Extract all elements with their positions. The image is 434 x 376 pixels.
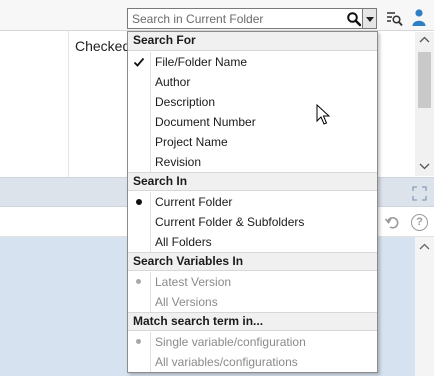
menu-item[interactable]: File/Folder Name — [128, 52, 377, 72]
menu-gutter-line — [150, 192, 151, 252]
menu-section-header: Search In — [128, 172, 377, 191]
search-options-menu: Search For File/Folder Name Author Descript… — [127, 31, 378, 373]
menu-item[interactable]: Author — [128, 72, 377, 92]
menu-item-label: Current Folder & Subfolders — [155, 215, 305, 229]
undo-icon[interactable] — [385, 215, 400, 230]
menu-gutter-line — [150, 272, 151, 312]
mouse-cursor-icon — [316, 104, 330, 125]
menu-section-header: Search For — [128, 32, 377, 51]
menu-item-label: Description — [155, 95, 216, 109]
menu-item[interactable]: Single variable/configuration — [128, 332, 377, 352]
menu-item-label: Latest Version — [155, 275, 232, 289]
preview-scrollbar[interactable] — [415, 237, 434, 376]
menu-item[interactable]: All Versions — [128, 292, 377, 312]
menu-item-label: Revision — [155, 155, 202, 169]
menu-item-label: All Versions — [155, 295, 218, 309]
column-divider — [68, 31, 69, 177]
scroll-up-icon[interactable] — [415, 239, 434, 255]
search-input[interactable] — [128, 9, 348, 28]
scrollbar-thumb[interactable] — [418, 52, 431, 108]
menu-item[interactable]: Project Name — [128, 132, 377, 152]
menu-item-label: Document Number — [155, 115, 256, 129]
radio-bullet-icon — [136, 339, 141, 344]
menu-item[interactable]: All Folders — [128, 232, 377, 252]
advanced-search-icon[interactable] — [386, 10, 403, 27]
menu-section-header: Search Variables In — [128, 252, 377, 271]
menu-item-label: File/Folder Name — [155, 55, 248, 69]
scroll-down-icon[interactable] — [415, 158, 434, 174]
column-header-checked[interactable]: Checked — [75, 38, 130, 54]
menu-item-label: Current Folder — [155, 195, 233, 209]
menu-item[interactable]: Revision — [128, 152, 377, 172]
menu-section-header: Match search term in... — [128, 312, 377, 331]
checkmark-icon — [133, 57, 145, 67]
user-icon[interactable] — [411, 8, 427, 27]
help-icon[interactable]: ? — [411, 214, 428, 231]
scroll-up-icon[interactable] — [415, 32, 434, 48]
menu-item[interactable]: Latest Version — [128, 272, 377, 292]
menu-item[interactable]: Description — [128, 92, 377, 112]
radio-bullet-icon — [136, 279, 141, 284]
menu-item-label: All variables/configurations — [155, 355, 298, 369]
menu-item[interactable]: Current Folder & Subfolders — [128, 212, 377, 232]
menu-gutter-line — [150, 332, 151, 372]
expand-icon[interactable] — [412, 186, 427, 201]
radio-bullet-icon — [136, 199, 142, 205]
menu-item[interactable]: Current Folder — [128, 192, 377, 212]
menu-item[interactable]: All variables/configurations — [128, 352, 377, 372]
menu-item[interactable]: Document Number — [128, 112, 377, 132]
menu-item-label: Single variable/configuration — [155, 335, 306, 349]
search-box[interactable] — [127, 8, 377, 29]
menu-gutter-line — [150, 52, 151, 172]
menu-item-label: All Folders — [155, 235, 212, 249]
menu-item-label: Project Name — [155, 135, 228, 149]
search-icon[interactable] — [346, 11, 362, 27]
vertical-scrollbar[interactable] — [415, 32, 434, 176]
search-options-dropdown-button[interactable] — [362, 9, 376, 28]
menu-item-label: Author — [155, 75, 191, 89]
